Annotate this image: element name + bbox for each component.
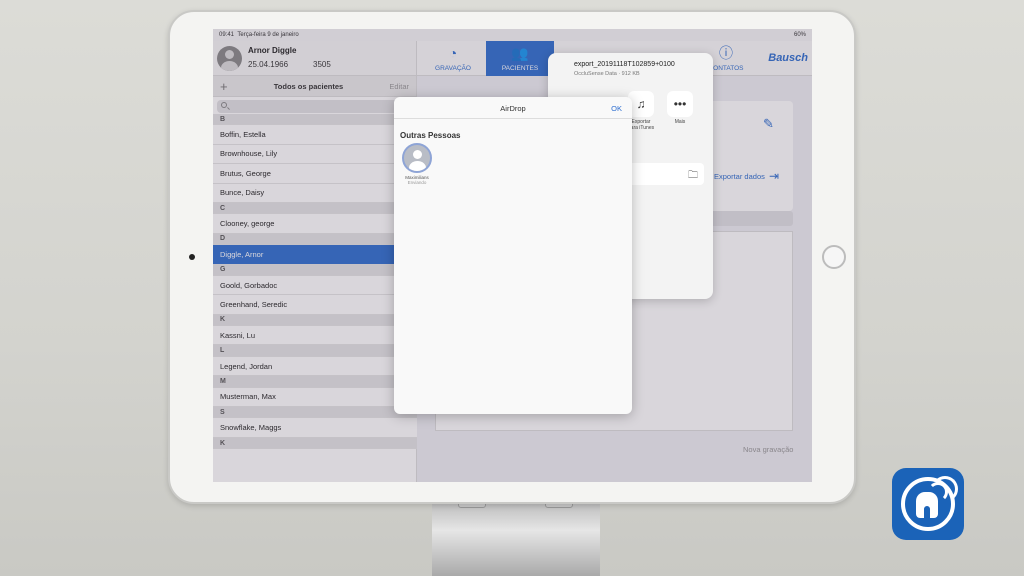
airdrop-recipient[interactable]: Maximilians Enviando [402, 143, 432, 185]
folder-icon: 🗀 [688, 170, 698, 181]
ipad-screen: 09:41 Terça-feira 9 de janeiro 60% Arnor… [213, 29, 812, 482]
share-filename: export_20191118T102859+0100 [574, 61, 675, 68]
share-more-label: Mais [674, 119, 686, 125]
airdrop-section-title: Outras Pessoas [400, 131, 461, 140]
share-file-info: OccluSense Data · 912 KB [574, 71, 640, 77]
signal-wave-icon [932, 476, 958, 502]
share-more[interactable]: ••• Mais [665, 91, 695, 125]
airdrop-header: AirDrop OK [394, 97, 632, 119]
airdrop-title: AirDrop [500, 104, 526, 113]
ok-button[interactable]: OK [611, 104, 622, 113]
avatar [402, 143, 432, 173]
home-button[interactable] [822, 245, 846, 269]
occlusense-app-icon [892, 468, 964, 540]
ipad-camera [189, 254, 195, 260]
more-icon: ••• [667, 91, 693, 117]
stand [432, 500, 600, 576]
recipient-status: Enviando [407, 180, 427, 185]
airdrop-dialog: AirDrop OK Outras Pessoas Maximilians En… [394, 97, 632, 414]
